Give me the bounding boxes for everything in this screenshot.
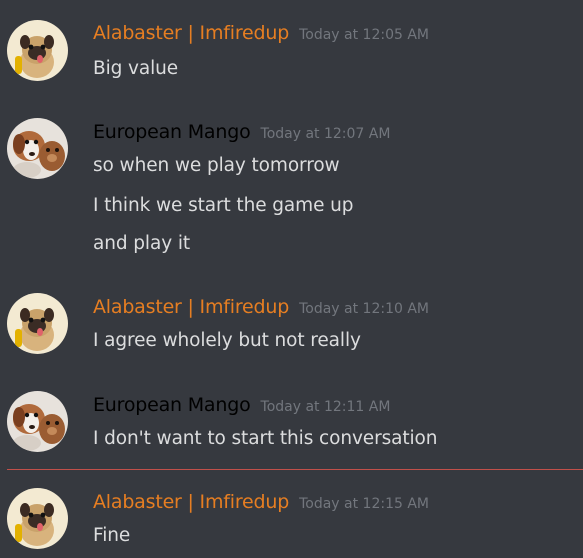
message-text: I don't want to start this conversation <box>93 428 438 449</box>
message-header: Alabaster | Imfiredup Today at 12:10 AM <box>93 296 429 318</box>
username[interactable]: European Mango <box>93 121 251 143</box>
timestamp: Today at 12:05 AM <box>299 27 430 43</box>
timestamp: Today at 12:11 AM <box>260 399 391 415</box>
username[interactable]: European Mango <box>93 394 251 416</box>
username[interactable]: Alabaster | Imfiredup <box>93 491 289 513</box>
message-header: Alabaster | Imfiredup Today at 12:05 AM <box>93 22 429 44</box>
message-header: Alabaster | Imfiredup Today at 12:15 AM <box>93 491 429 513</box>
username[interactable]: Alabaster | Imfiredup <box>93 296 289 318</box>
timestamp: Today at 12:10 AM <box>299 301 430 317</box>
username[interactable]: Alabaster | Imfiredup <box>93 22 289 44</box>
message-text: and play it <box>93 233 191 254</box>
pug-avatar[interactable] <box>7 20 68 81</box>
message-text: so when we play tomorrow <box>93 155 340 176</box>
puppy-avatar[interactable] <box>7 118 68 179</box>
message-text: I agree wholely but not really <box>93 330 361 351</box>
timestamp: Today at 12:15 AM <box>299 496 430 512</box>
message-header: European Mango Today at 12:07 AM <box>93 121 390 143</box>
puppy-avatar[interactable] <box>7 391 68 452</box>
timestamp: Today at 12:07 AM <box>260 126 391 142</box>
chat-messages: Alabaster | Imfiredup Today at 12:05 AM B… <box>0 0 583 558</box>
message-text: I think we start the game up <box>93 195 354 216</box>
message-header: European Mango Today at 12:11 AM <box>93 394 390 416</box>
pug-avatar[interactable] <box>7 293 68 354</box>
new-messages-divider <box>7 469 583 470</box>
message-text: Fine <box>93 525 131 546</box>
message-text: Big value <box>93 58 179 79</box>
pug-avatar[interactable] <box>7 488 68 549</box>
